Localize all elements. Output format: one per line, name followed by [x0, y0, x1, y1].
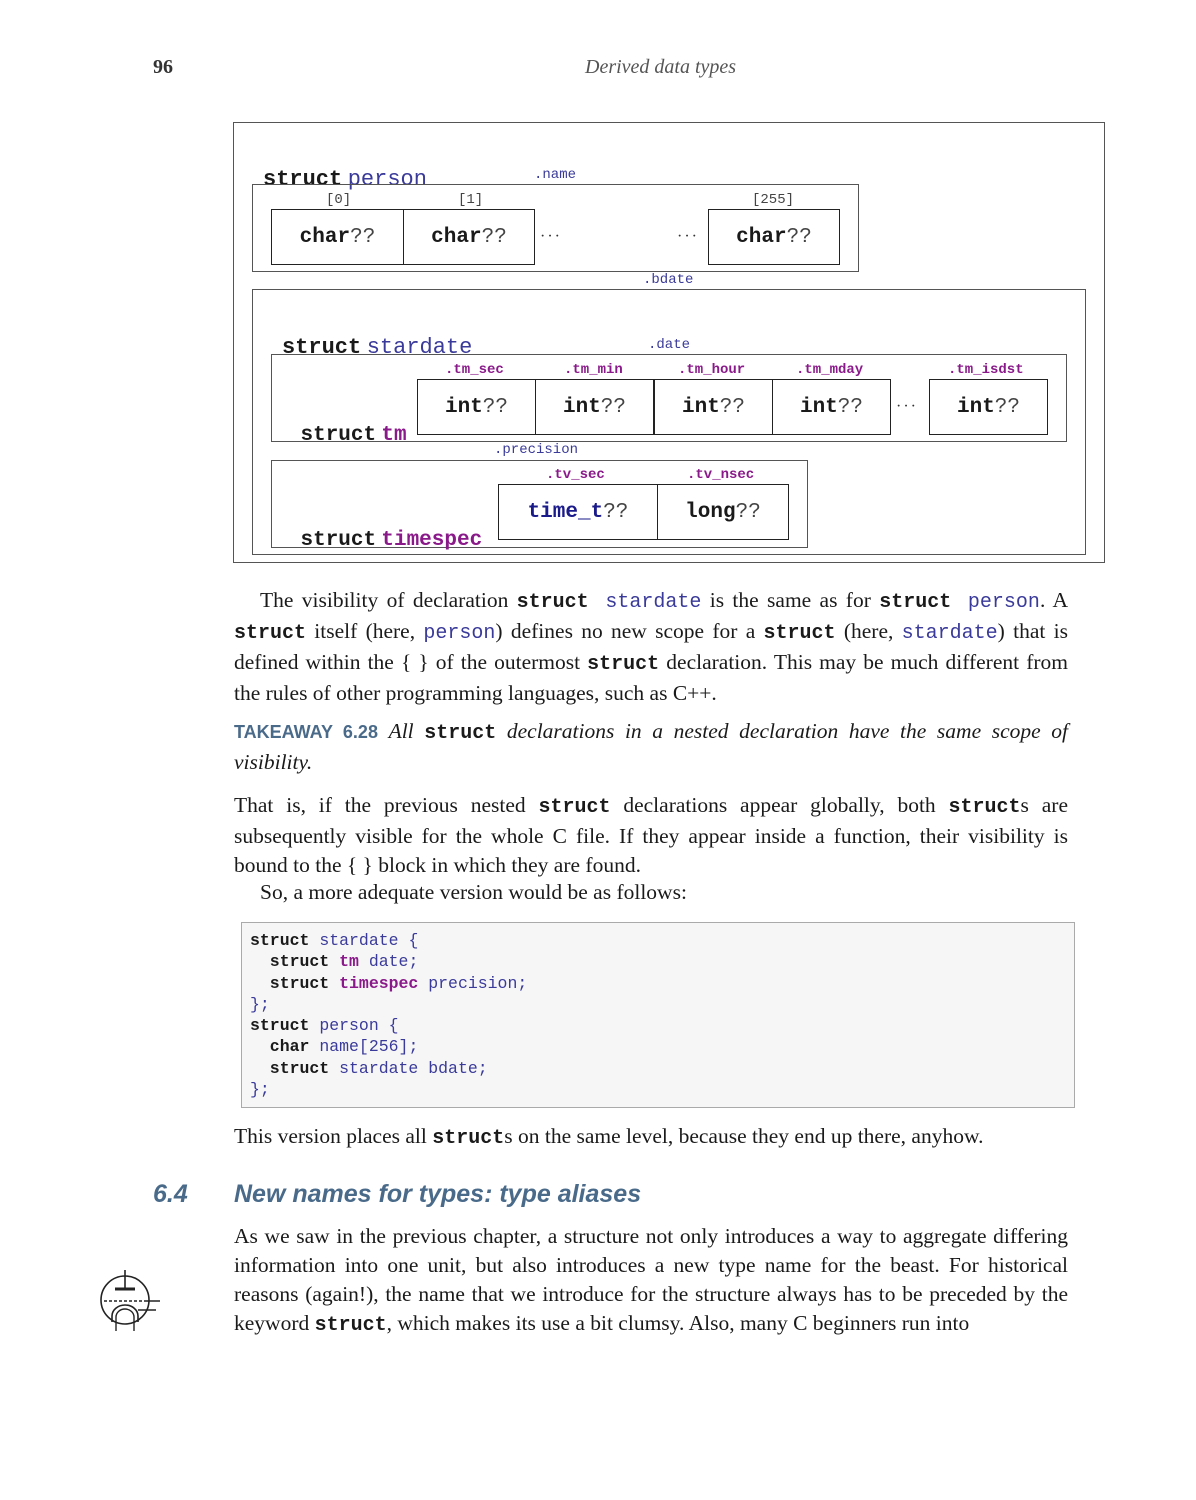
code-token: struct: [250, 1016, 310, 1036]
member-cell: time_t ??: [498, 484, 658, 540]
member-cell: int ??: [929, 379, 1048, 435]
index-label: [1]: [458, 192, 484, 208]
array-cell: char ??: [271, 209, 404, 265]
code-token: name[256];: [309, 1037, 419, 1057]
body-paragraph: The visibility of declaration struct sta…: [234, 588, 1068, 705]
code-token: timespec: [329, 973, 419, 993]
code-token: person {: [309, 1016, 399, 1036]
member-cell: int ??: [772, 379, 891, 435]
member-cell: int ??: [535, 379, 654, 435]
code-token: tm: [329, 952, 359, 972]
code-listing: struct stardate { struct tm date; struct…: [241, 922, 1075, 1108]
member-cell: int ??: [417, 379, 536, 435]
member-label: .tm_mday: [796, 362, 864, 378]
section-title: New names for types: type aliases: [234, 1180, 642, 1208]
code-token: struct: [250, 1058, 330, 1078]
code-token: stardate {: [309, 931, 419, 950]
code-line: };: [250, 994, 1066, 1015]
precision-field-label: .precision: [494, 442, 579, 458]
bdate-field-label: .bdate: [643, 272, 694, 288]
code-line: };: [250, 1079, 1066, 1100]
code-line: struct person {: [250, 1015, 1066, 1036]
member-label: .tm_hour: [678, 362, 746, 378]
index-label: [255]: [752, 192, 795, 208]
timespec-struct-title: struct timespec: [300, 529, 483, 552]
ellipsis: ···: [677, 228, 699, 245]
member-label: .tm_min: [564, 362, 623, 378]
tm-struct-title: struct tm: [300, 424, 407, 447]
code-token: struct: [250, 931, 310, 950]
body-paragraph: So, a more adequate version would be as …: [260, 880, 687, 904]
vacuum-tube-icon: [100, 1270, 160, 1331]
body-paragraph: This version places all structs on the s…: [234, 1124, 984, 1150]
code-line: struct tm date;: [250, 951, 1066, 972]
ellipsis: ···: [896, 398, 918, 415]
code-token: struct: [250, 952, 330, 972]
member-label: .tv_sec: [546, 467, 605, 483]
member-cell: int ??: [654, 379, 773, 435]
date-field-label: .date: [648, 337, 691, 353]
page-number: 96: [153, 56, 173, 78]
code-token: struct: [250, 973, 330, 993]
member-cell: long ??: [657, 484, 789, 540]
code-line: struct stardate {: [250, 930, 1066, 951]
code-token: stardate bdate;: [329, 1058, 488, 1078]
body-paragraph: As we saw in the previous chapter, a str…: [234, 1224, 1068, 1337]
index-label: [0]: [326, 192, 352, 208]
body-paragraph: That is, if the previous nested struct d…: [234, 793, 1068, 877]
stardate-struct-title: struct stardate: [282, 335, 473, 360]
chapter-title: Derived data types: [585, 56, 737, 78]
code-line: char name[256];: [250, 1036, 1066, 1057]
code-token: precision;: [418, 973, 528, 993]
ellipsis: ···: [540, 228, 562, 245]
member-label: .tm_isdst: [948, 362, 1024, 378]
member-label: .tm_sec: [445, 362, 504, 378]
code-token: char: [250, 1037, 310, 1057]
code-line: struct timespec precision;: [250, 973, 1066, 994]
section-number: 6.4: [153, 1180, 188, 1208]
array-cell: char ??: [708, 209, 840, 265]
takeaway-label: TAKEAWAY 6.28: [234, 722, 378, 742]
code-token: date;: [358, 952, 419, 972]
member-label: .tv_nsec: [687, 467, 755, 483]
code-token: };: [250, 1080, 270, 1100]
code-line: struct stardate bdate;: [250, 1058, 1066, 1079]
array-cell: char ??: [403, 209, 535, 265]
code-token: };: [250, 994, 270, 1014]
takeaway-box: TAKEAWAY 6.28 All struct declarations in…: [234, 719, 1068, 774]
name-field-label: .name: [534, 167, 577, 183]
